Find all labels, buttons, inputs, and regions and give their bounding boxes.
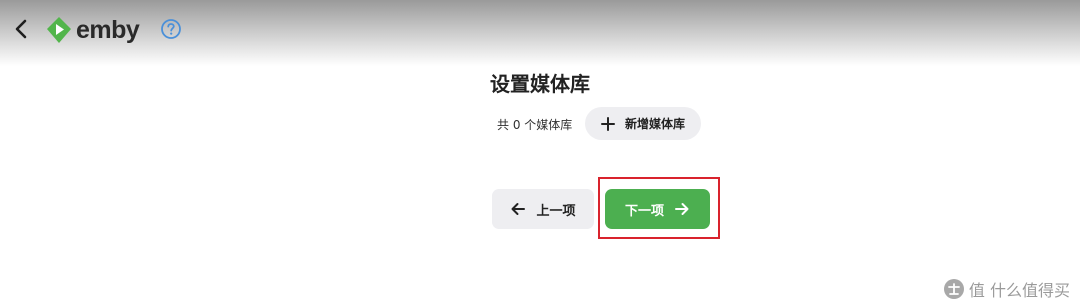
arrow-right-icon [675,203,689,215]
watermark: 值 什么值得买 [943,277,1070,301]
previous-button[interactable]: 上一项 [492,189,594,229]
chevron-left-icon [15,19,27,39]
emby-setup-page: emby 设置媒体库 共 0 个媒体库 新增媒体库 上一项 下一项 值 什么值得… [0,0,1080,307]
library-count-text: 共 0 个媒体库 [497,118,573,132]
top-bar: emby [0,0,1080,66]
emby-logo-icon [47,17,71,43]
plus-icon [601,116,615,131]
add-library-button[interactable]: 新增媒体库 [585,107,701,140]
watermark-text: 值 什么值得买 [968,281,1070,300]
next-button[interactable]: 下一项 [605,189,710,229]
emby-logo: emby [46,15,140,45]
previous-label: 上一项 [536,203,576,219]
arrow-left-icon [511,203,526,215]
back-button[interactable] [8,14,34,44]
help-button[interactable] [160,18,182,40]
page-title: 设置媒体库 [490,72,590,96]
add-library-label: 新增媒体库 [625,117,686,131]
help-circle-icon [161,19,181,39]
logo-text: emby [76,15,140,44]
next-label: 下一项 [624,203,664,219]
smzdm-logo-icon [943,279,964,299]
